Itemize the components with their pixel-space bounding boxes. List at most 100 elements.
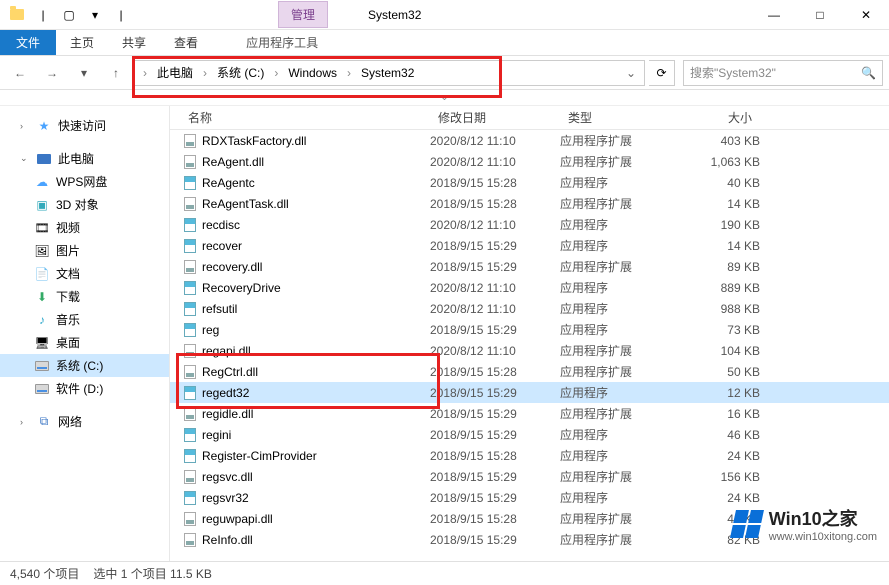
- sidebar-wps[interactable]: ☁WPS网盘: [0, 170, 169, 193]
- minimize-button[interactable]: —: [751, 0, 797, 30]
- file-name: recover: [200, 239, 430, 253]
- file-icon: [180, 406, 200, 422]
- recent-dropdown[interactable]: ▾: [70, 60, 98, 86]
- file-row[interactable]: ReAgent.dll2020/8/12 11:10应用程序扩展1,063 KB: [170, 151, 889, 172]
- sidebar-network[interactable]: ›⧉网络: [0, 410, 169, 433]
- sidebar-label: 文档: [56, 265, 80, 282]
- sidebar-label: 图片: [56, 242, 80, 259]
- file-date: 2018/9/15 15:28: [430, 176, 560, 190]
- watermark-url: www.win10xitong.com: [769, 531, 877, 543]
- file-icon: [180, 448, 200, 464]
- file-type: 应用程序: [560, 174, 670, 191]
- file-row[interactable]: regidle.dll2018/9/15 15:29应用程序扩展16 KB: [170, 403, 889, 424]
- breadcrumb-sep: ›: [141, 66, 149, 80]
- col-type[interactable]: 类型: [560, 109, 670, 126]
- file-row[interactable]: ReAgentTask.dll2018/9/15 15:28应用程序扩展14 K…: [170, 193, 889, 214]
- col-size[interactable]: 大小: [670, 109, 760, 126]
- file-icon: [180, 238, 200, 254]
- file-date: 2018/9/15 15:29: [430, 491, 560, 505]
- sidebar-documents[interactable]: 📄文档: [0, 262, 169, 285]
- ribbon-context-tab[interactable]: 管理: [278, 1, 328, 28]
- address-dropdown[interactable]: ⌄: [622, 66, 640, 80]
- col-date[interactable]: 修改日期: [430, 109, 560, 126]
- app-tools-tab[interactable]: 应用程序工具: [236, 30, 328, 55]
- breadcrumb-thispc[interactable]: 此电脑: [151, 62, 199, 83]
- refresh-button[interactable]: ⟳: [649, 60, 675, 86]
- sidebar-video[interactable]: 🎞视频: [0, 216, 169, 239]
- file-size: 988 KB: [670, 302, 760, 316]
- breadcrumb-sep: ›: [345, 66, 353, 80]
- file-size: 403 KB: [670, 134, 760, 148]
- sidebar-label: 下载: [56, 288, 80, 305]
- file-row[interactable]: RDXTaskFactory.dll2020/8/12 11:10应用程序扩展4…: [170, 130, 889, 151]
- search-input[interactable]: 搜索"System32" 🔍: [683, 60, 883, 86]
- file-tab[interactable]: 文件: [0, 30, 56, 55]
- file-row[interactable]: recdisc2020/8/12 11:10应用程序190 KB: [170, 214, 889, 235]
- file-icon: [180, 217, 200, 233]
- sidebar-downloads[interactable]: ⬇下载: [0, 285, 169, 308]
- file-row[interactable]: regedt322018/9/15 15:29应用程序12 KB: [170, 382, 889, 403]
- breadcrumb-sep: ›: [272, 66, 280, 80]
- file-name: RegCtrl.dll: [200, 365, 430, 379]
- breadcrumb-drivec[interactable]: 系统 (C:): [211, 62, 270, 83]
- file-size: 24 KB: [670, 449, 760, 463]
- file-size: 73 KB: [670, 323, 760, 337]
- folder-icon: [6, 4, 28, 26]
- file-date: 2018/9/15 15:28: [430, 365, 560, 379]
- qat-item[interactable]: ▢: [58, 4, 80, 26]
- file-date: 2018/9/15 15:28: [430, 449, 560, 463]
- file-icon: [180, 343, 200, 359]
- up-button[interactable]: ↑: [102, 60, 130, 86]
- sidebar-drived[interactable]: 软件 (D:): [0, 377, 169, 400]
- sidebar-desktop[interactable]: 🖥桌面: [0, 331, 169, 354]
- sidebar-3d[interactable]: ▣3D 对象: [0, 193, 169, 216]
- file-row[interactable]: regini2018/9/15 15:29应用程序46 KB: [170, 424, 889, 445]
- sidebar-drivec[interactable]: 系统 (C:): [0, 354, 169, 377]
- file-row[interactable]: reg2018/9/15 15:29应用程序73 KB: [170, 319, 889, 340]
- sidebar-label: 视频: [56, 219, 80, 236]
- close-button[interactable]: ✕: [843, 0, 889, 30]
- address-bar[interactable]: › 此电脑 › 系统 (C:) › Windows › System32 ⌄: [134, 60, 645, 86]
- file-name: Register-CimProvider: [200, 449, 430, 463]
- file-row[interactable]: recovery.dll2018/9/15 15:29应用程序扩展89 KB: [170, 256, 889, 277]
- ribbon-expand[interactable]: ⌄: [0, 90, 889, 106]
- file-row[interactable]: ReAgentc2018/9/15 15:28应用程序40 KB: [170, 172, 889, 193]
- maximize-button[interactable]: □: [797, 0, 843, 30]
- file-type: 应用程序扩展: [560, 531, 670, 548]
- sidebar-music[interactable]: ♪音乐: [0, 308, 169, 331]
- file-row[interactable]: regapi.dll2020/8/12 11:10应用程序扩展104 KB: [170, 340, 889, 361]
- sidebar-label: 快速访问: [58, 117, 106, 134]
- file-size: 24 KB: [670, 491, 760, 505]
- file-name: ReAgentTask.dll: [200, 197, 430, 211]
- view-tab[interactable]: 查看: [160, 30, 212, 55]
- sidebar-thispc[interactable]: ⌄此电脑: [0, 147, 169, 170]
- sidebar-pictures[interactable]: 🖼图片: [0, 239, 169, 262]
- file-name: recovery.dll: [200, 260, 430, 274]
- column-headers: 名称 修改日期 类型 大小: [170, 106, 889, 130]
- file-row[interactable]: RecoveryDrive2020/8/12 11:10应用程序889 KB: [170, 277, 889, 298]
- file-icon: [180, 259, 200, 275]
- back-button[interactable]: ←: [6, 60, 34, 86]
- sidebar-quick-access[interactable]: ›★快速访问: [0, 114, 169, 137]
- home-tab[interactable]: 主页: [56, 30, 108, 55]
- file-row[interactable]: recover2018/9/15 15:29应用程序14 KB: [170, 235, 889, 256]
- sidebar-label: 音乐: [56, 311, 80, 328]
- share-tab[interactable]: 共享: [108, 30, 160, 55]
- window-title: System32: [368, 8, 421, 22]
- file-row[interactable]: Register-CimProvider2018/9/15 15:28应用程序2…: [170, 445, 889, 466]
- file-row[interactable]: regsvc.dll2018/9/15 15:29应用程序扩展156 KB: [170, 466, 889, 487]
- file-size: 89 KB: [670, 260, 760, 274]
- ribbon-tabs: 文件 主页 共享 查看 应用程序工具: [0, 30, 889, 56]
- title-bar: | ▢ ▾ | 管理 System32 — □ ✕: [0, 0, 889, 30]
- file-date: 2018/9/15 15:28: [430, 197, 560, 211]
- breadcrumb-windows[interactable]: Windows: [282, 64, 343, 82]
- col-name[interactable]: 名称: [180, 109, 430, 126]
- body: ›★快速访问 ⌄此电脑 ☁WPS网盘 ▣3D 对象 🎞视频 🖼图片 📄文档 ⬇下…: [0, 106, 889, 561]
- qat-item[interactable]: ▾: [84, 4, 106, 26]
- breadcrumb-system32[interactable]: System32: [355, 64, 420, 82]
- file-row[interactable]: refsutil2020/8/12 11:10应用程序988 KB: [170, 298, 889, 319]
- file-type: 应用程序: [560, 489, 670, 506]
- status-item-count: 4,540 个项目: [10, 565, 79, 582]
- forward-button[interactable]: →: [38, 60, 66, 86]
- file-row[interactable]: RegCtrl.dll2018/9/15 15:28应用程序扩展50 KB: [170, 361, 889, 382]
